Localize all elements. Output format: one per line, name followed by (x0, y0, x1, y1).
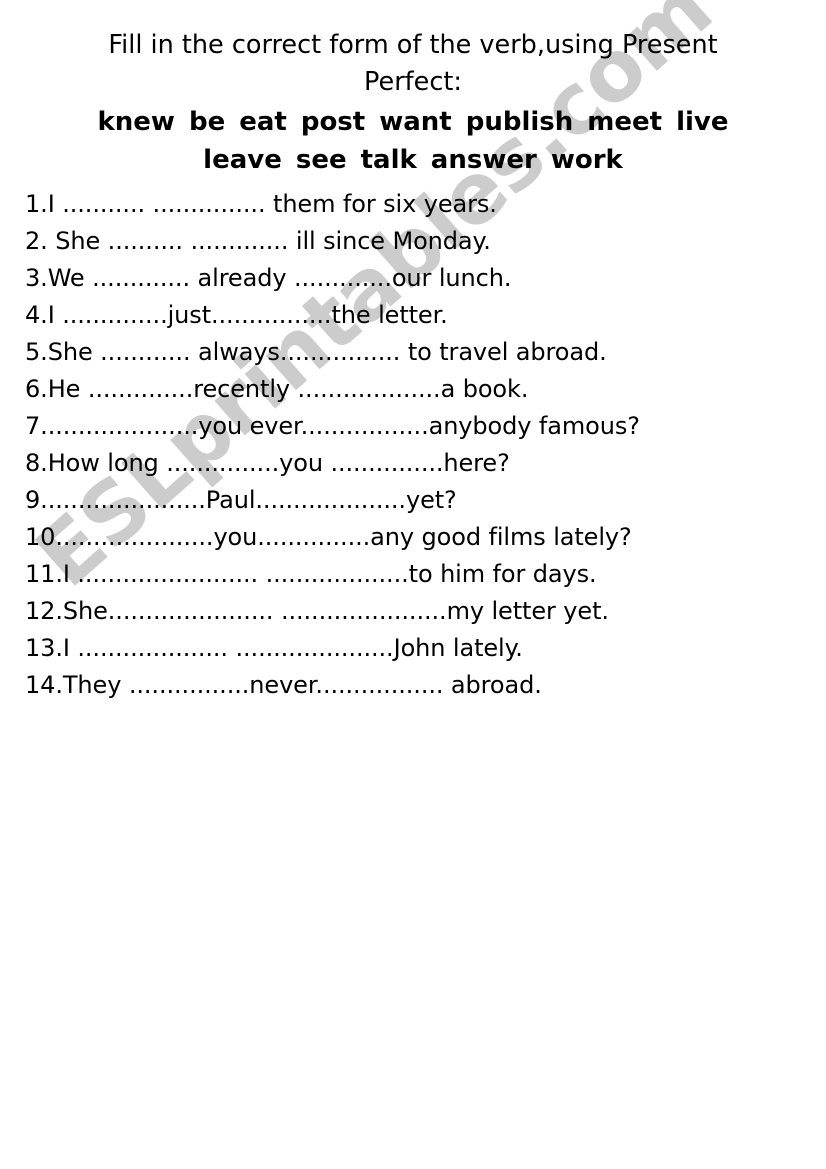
word-bank-item: meet (587, 107, 663, 137)
word-bank-item: want (379, 107, 452, 137)
title-line-2: Perfect: (364, 67, 462, 97)
word-bank-line-2: leave see talk answer work (0, 141, 826, 179)
worksheet-page: ESLprintables.com Fill in the correct fo… (0, 0, 826, 1169)
title-line-1: Fill in the correct form of the verb,usi… (108, 30, 718, 60)
exercise-item-4: 4.I ..............just................th… (25, 301, 448, 329)
word-bank-line-1: knew be eat post want publish meet live (0, 103, 826, 141)
word-bank-item: publish (465, 107, 574, 137)
worksheet-title: Fill in the correct form of the verb,usi… (0, 0, 826, 101)
exercise-list: 1.I ........... ............... them for… (0, 186, 826, 704)
exercise-item-12: 12.She...................... ...........… (25, 597, 609, 625)
exercise-item-13: 13.I .................... ..............… (25, 634, 523, 662)
word-bank-item: work (550, 145, 623, 175)
exercise-item-6: 6.He ..............recently ............… (25, 375, 529, 403)
exercise-item-10: 10.....................you..............… (25, 523, 632, 551)
exercise-item-3: 3.We ............. already .............… (25, 264, 512, 292)
exercise-item-7: 7.....................you ever..........… (25, 412, 640, 440)
worksheet-content: Fill in the correct form of the verb,usi… (0, 0, 826, 704)
exercise-item-1: 1.I ........... ............... them for… (25, 190, 497, 218)
word-bank-item: post (300, 107, 366, 137)
exercise-item-14: 14.They ................never...........… (25, 671, 542, 699)
word-bank-item: leave (203, 145, 282, 175)
word-bank-item: live (676, 107, 729, 137)
exercise-item-2: 2. She .......... ............. ill sinc… (25, 227, 491, 255)
exercise-item-11: 11.I ........................ ..........… (25, 560, 597, 588)
exercise-item-9: 9......................Paul.............… (25, 486, 457, 514)
word-bank-item: see (295, 145, 347, 175)
word-bank-item: answer (430, 145, 537, 175)
exercise-item-8: 8.How long ...............you ..........… (25, 449, 510, 477)
exercise-item-5: 5.She ............ always...............… (25, 338, 607, 366)
word-bank-item: knew (97, 107, 175, 137)
word-bank-item: talk (360, 145, 417, 175)
word-bank: knew be eat post want publish meet live leave se… (0, 103, 826, 179)
word-bank-item: eat (239, 107, 287, 137)
word-bank-item: be (188, 107, 226, 137)
